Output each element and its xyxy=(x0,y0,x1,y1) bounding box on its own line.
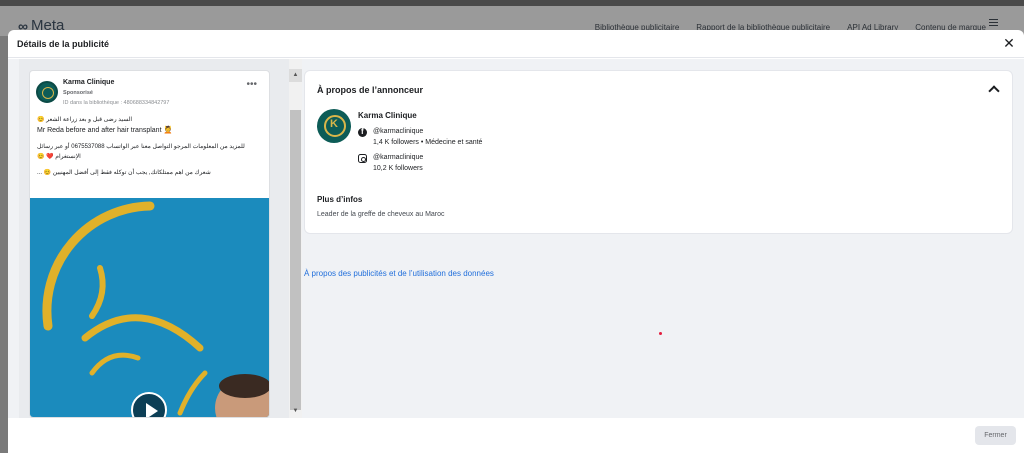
more-info-text: Leader de la greffe de cheveux au Maroc xyxy=(317,211,445,218)
advertiser-avatar[interactable] xyxy=(317,109,351,143)
page-name[interactable]: Karma Clinique xyxy=(63,79,114,86)
ad-card: Karma Clinique Sponsorisé ID dans la bib… xyxy=(29,70,270,418)
page-avatar[interactable] xyxy=(36,81,58,103)
ad-video-thumbnail xyxy=(42,201,269,417)
instagram-meta: 10,2 K followers xyxy=(373,165,423,172)
advertiser-column: À propos de l’annonceur Karma Clinique @… xyxy=(304,70,1013,335)
ad-text-line: شعرك من اهم ممتلكاتك, يجب أن توكله فقط إ… xyxy=(37,170,211,176)
ad-card-header: Karma Clinique Sponsorisé ID dans la bib… xyxy=(30,71,269,115)
preview-scrollbar[interactable]: ▲ ▼ xyxy=(289,59,302,418)
ad-body-text: السيد رضى قبل و بعد زراعة الشعر 😊 Mr Red… xyxy=(30,115,269,198)
close-button[interactable]: Fermer xyxy=(975,426,1016,445)
facebook-icon xyxy=(358,127,367,137)
about-ads-link[interactable]: À propos des publicités et de l’utilisat… xyxy=(304,269,494,278)
ad-video[interactable] xyxy=(30,198,269,417)
scroll-thumb[interactable] xyxy=(290,110,301,410)
facebook-meta: 1,4 K followers • Médecine et santé xyxy=(373,139,483,146)
more-options-icon[interactable]: ••• xyxy=(246,79,257,90)
sponsored-label: Sponsorisé xyxy=(63,90,93,96)
advertiser-name[interactable]: Karma Clinique xyxy=(358,111,417,120)
ad-text-line: السيد رضى قبل و بعد زراعة الشعر 😊 xyxy=(37,117,133,123)
modal-title: Détails de la publicité xyxy=(17,39,110,49)
instagram-icon xyxy=(358,154,367,163)
modal-body: Karma Clinique Sponsorisé ID dans la bib… xyxy=(8,59,1024,418)
ad-details-modal: Détails de la publicité ✕ Karma Clinique… xyxy=(8,30,1024,453)
ad-text-line: Mr Reda before and after hair transplant… xyxy=(37,127,173,134)
modal-footer: Fermer xyxy=(8,418,1024,453)
facebook-handle[interactable]: @karmaclinique xyxy=(373,127,423,137)
advertiser-section-title: À propos de l’annonceur xyxy=(317,85,424,95)
chevron-up-icon[interactable] xyxy=(988,83,1000,95)
hamburger-menu-icon[interactable] xyxy=(989,19,998,28)
advertiser-card: À propos de l’annonceur Karma Clinique @… xyxy=(304,70,1013,234)
library-id: ID dans la bibliothèque : 48068833484279… xyxy=(63,100,170,106)
loading-indicator xyxy=(659,332,662,335)
scroll-up-icon[interactable]: ▲ xyxy=(289,69,302,82)
close-icon[interactable]: ✕ xyxy=(1002,36,1016,50)
ad-text-line: للمزيد من المعلومات المرجو التواصل معنا … xyxy=(37,144,245,160)
modal-header: Détails de la publicité ✕ xyxy=(8,30,1024,58)
instagram-handle[interactable]: @karmaclinique xyxy=(373,153,423,163)
ad-preview-area: Karma Clinique Sponsorisé ID dans la bib… xyxy=(19,59,302,418)
scroll-down-icon[interactable]: ▼ xyxy=(289,405,302,418)
more-info-title: Plus d’infos xyxy=(317,195,363,204)
